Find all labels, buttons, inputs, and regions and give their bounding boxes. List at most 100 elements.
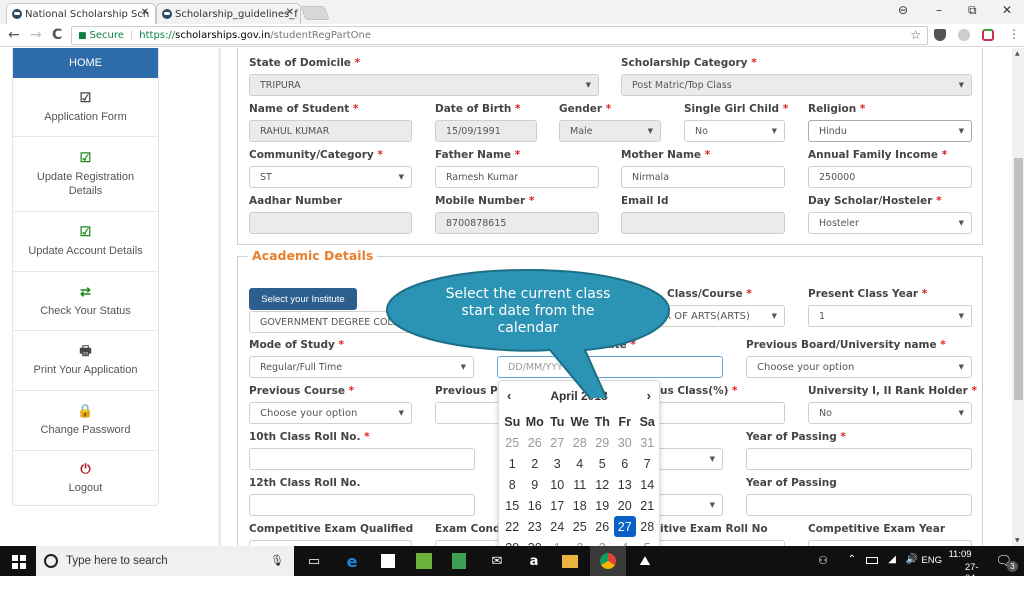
calendar-day[interactable]: 7 (636, 453, 659, 474)
family-income-input[interactable]: 250000 (808, 166, 972, 188)
calendar-day[interactable]: 3 (591, 537, 614, 547)
previous-course-select[interactable]: Choose your option ▼ (249, 402, 412, 424)
calendar-day[interactable]: 30 (524, 537, 547, 547)
state-select[interactable]: TRIPURA ▼ (249, 74, 599, 96)
app-icon[interactable] (452, 553, 466, 569)
sidebar-item-logout[interactable]: ⏻ Logout (13, 451, 158, 506)
previous-board-select[interactable]: Choose your option ▼ (746, 356, 972, 378)
day-scholar-select[interactable]: Hosteler ▼ (808, 212, 972, 234)
rank-holder-select[interactable]: No ▼ (808, 402, 972, 424)
address-bar[interactable]: ■ Secure | https:// scholarships.gov.in … (71, 26, 928, 45)
calendar-day[interactable]: 17 (546, 495, 569, 516)
calendar-day[interactable]: 22 (501, 516, 524, 537)
calendar-day[interactable]: 25 (501, 432, 524, 453)
previous-passing-input[interactable] (435, 402, 505, 424)
scroll-up-icon[interactable]: ▲ (1015, 50, 1020, 57)
calendar-day[interactable]: 4 (614, 537, 637, 547)
select-institute-button[interactable]: Select your Institute (249, 288, 357, 310)
restore-button[interactable]: ⧉ (968, 3, 977, 18)
board-10th-select[interactable]: ▼ (655, 448, 723, 470)
institute-input[interactable]: GOVERNMENT DEGREE COLLGE, (249, 311, 485, 333)
task-view-icon[interactable]: ▭ (305, 552, 323, 570)
calendar-day[interactable]: 26 (591, 516, 614, 537)
start-date-input[interactable]: DD/MM/YYYY (497, 356, 723, 378)
show-hidden-icons[interactable]: ⌃ (848, 554, 856, 565)
volume-icon[interactable]: 🔊 (906, 554, 918, 565)
taskbar-search[interactable]: Type here to search 🎙 (36, 546, 294, 576)
calendar-day[interactable]: 8 (501, 474, 524, 495)
sidebar-item-update-account[interactable]: ☑ Update Account Details (13, 212, 158, 272)
year-10th-input[interactable] (746, 448, 972, 470)
scroll-down-icon[interactable]: ▼ (1015, 537, 1020, 544)
tab-scholarship-guidelines[interactable]: Scholarship_guidelines_f ✕ (156, 3, 301, 24)
calendar-day[interactable]: 21 (636, 495, 659, 516)
chrome-menu-icon[interactable]: ⋮ (1008, 27, 1020, 41)
class-course-select[interactable]: LOR OF ARTS(ARTS) ▼ (640, 305, 785, 327)
gender-select[interactable]: Male ▼ (559, 120, 661, 142)
calendar-day[interactable]: 1 (501, 453, 524, 474)
reload-button[interactable]: C (52, 27, 62, 43)
calendar-day-selected[interactable]: 27 (613, 516, 636, 537)
student-name-input[interactable]: RAHUL KUMAR (249, 120, 412, 142)
microphone-icon[interactable]: 🎙 (270, 554, 284, 567)
page-scrollbar[interactable]: ▲ ▼ (1012, 48, 1024, 546)
tab-close-icon[interactable]: ✕ (286, 7, 294, 18)
dob-input[interactable]: 15/09/1991 (435, 120, 537, 142)
calendar-day[interactable]: 5 (591, 453, 614, 474)
minimize-button[interactable]: – (936, 3, 942, 17)
people-icon[interactable]: ⚇ (818, 554, 828, 567)
mode-of-study-select[interactable]: Regular/Full Time ▼ (249, 356, 474, 378)
calendar-day[interactable]: 14 (636, 474, 659, 495)
religion-select[interactable]: Hindu ▼ (808, 120, 972, 142)
aadhar-input[interactable] (249, 212, 412, 234)
chrome-taskbar-active[interactable] (590, 546, 626, 576)
father-name-input[interactable]: Ramesh Kumar (435, 166, 599, 188)
datepicker-title[interactable]: April 2018 (499, 389, 659, 405)
class-year-select[interactable]: 1 ▼ (808, 305, 972, 327)
photos-icon[interactable]: ⛰ (636, 552, 654, 570)
scholarship-category-select[interactable]: Post Matric/Top Class ▼ (621, 74, 972, 96)
mobile-input[interactable]: 8700878615 (435, 212, 599, 234)
roll-12th-input[interactable] (249, 494, 475, 516)
file-explorer-icon[interactable] (562, 555, 578, 568)
windows-start-icon[interactable] (12, 555, 26, 569)
calendar-day[interactable]: 2 (569, 537, 592, 547)
clock-date[interactable]: 27-04-2018 (965, 562, 986, 595)
clock-time[interactable]: 11:09 (940, 549, 980, 560)
battery-icon[interactable] (866, 557, 878, 564)
sidebar-item-update-registration[interactable]: ☑ Update Registration Details (13, 137, 158, 212)
tab-close-icon[interactable]: ✕ (141, 7, 149, 18)
calendar-day[interactable]: 15 (501, 495, 524, 516)
calendar-day[interactable]: 2 (524, 453, 547, 474)
amazon-icon[interactable]: a (525, 552, 543, 570)
wifi-icon[interactable]: ◢ (888, 554, 896, 565)
calendar-day[interactable]: 3 (546, 453, 569, 474)
calendar-day[interactable]: 25 (569, 516, 592, 537)
calendar-day[interactable]: 11 (569, 474, 592, 495)
scrollbar-thumb[interactable] (1014, 158, 1023, 400)
sidebar-item-change-password[interactable]: 🔒 Change Password (13, 391, 158, 451)
calendar-day[interactable]: 28 (569, 432, 592, 453)
calendar-day[interactable]: 23 (524, 516, 547, 537)
year-12th-input[interactable] (746, 494, 972, 516)
calendar-day[interactable]: 19 (591, 495, 614, 516)
next-month-button[interactable]: › (647, 388, 651, 403)
mother-name-input[interactable]: Nirmala (621, 166, 785, 188)
new-tab-button[interactable] (300, 6, 330, 20)
email-input[interactable] (621, 212, 785, 234)
calendar-day[interactable]: 26 (524, 432, 547, 453)
calendar-day[interactable]: 5 (636, 537, 659, 547)
calendar-day[interactable]: 20 (614, 495, 637, 516)
bookmark-star-icon[interactable]: ☆ (910, 28, 921, 42)
calendar-day[interactable]: 16 (524, 495, 547, 516)
profile-icon[interactable]: ⊖ (898, 3, 908, 17)
calendar-day[interactable]: 10 (546, 474, 569, 495)
calendar-day[interactable]: 31 (636, 432, 659, 453)
calendar-day[interactable]: 6 (614, 453, 637, 474)
board-12th-select[interactable]: ▼ (655, 494, 723, 516)
shield-extension-icon[interactable] (958, 29, 970, 41)
calendar-day[interactable]: 18 (569, 495, 592, 516)
tab-national-scholarship[interactable]: National Scholarship Sch ✕ (6, 3, 156, 24)
calendar-day[interactable]: 4 (569, 453, 592, 474)
calendar-day[interactable]: 27 (546, 432, 569, 453)
